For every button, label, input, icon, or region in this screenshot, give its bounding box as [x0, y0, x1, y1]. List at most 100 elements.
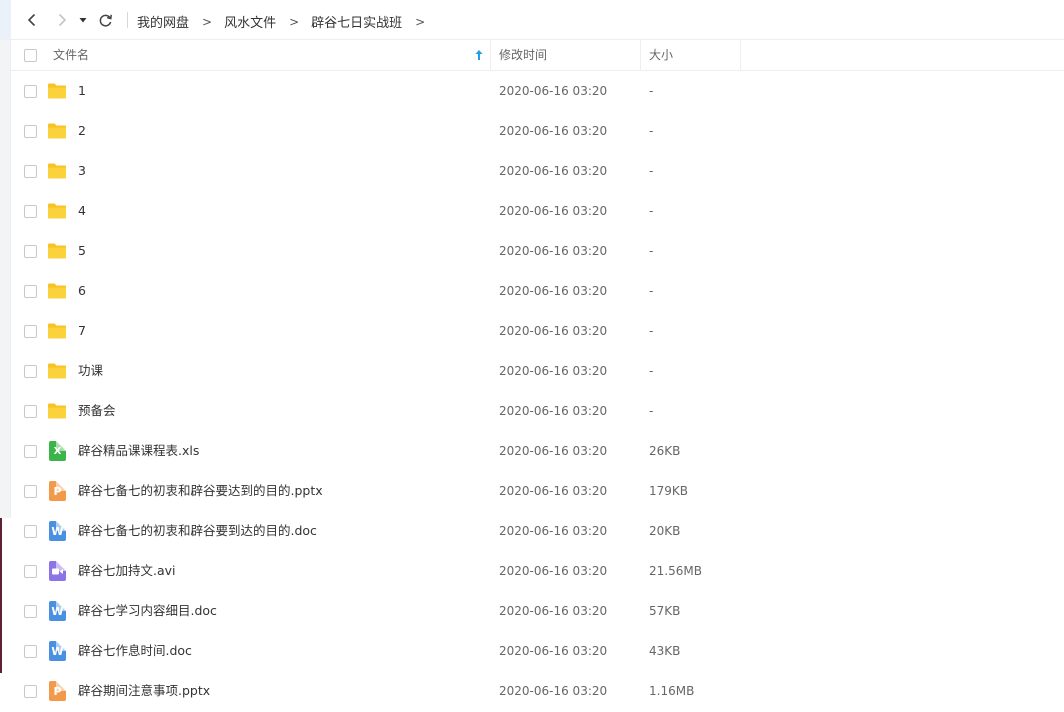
file-name[interactable]: 辟谷七备七的初衷和辟谷要到达的目的.doc	[78, 511, 317, 551]
breadcrumb-separator: >	[415, 14, 426, 29]
file-row[interactable]: W 辟谷七备七的初衷和辟谷要到达的目的.doc 2020-06-16 03:20 20…	[11, 511, 1064, 551]
file-row[interactable]: 3 2020-06-16 03:20 -	[11, 151, 1064, 191]
file-row[interactable]: 2 2020-06-16 03:20 -	[11, 111, 1064, 151]
file-size: 43KB	[649, 644, 681, 658]
word-file-icon: W	[47, 601, 67, 621]
column-divider[interactable]	[640, 40, 641, 70]
row-checkbox[interactable]	[24, 285, 37, 298]
row-checkbox[interactable]	[24, 205, 37, 218]
file-size: -	[649, 204, 654, 218]
refresh-button[interactable]	[95, 10, 115, 30]
file-size: -	[649, 324, 654, 338]
file-row[interactable]: P 辟谷期间注意事项.pptx 2020-06-16 03:20 1.16MB	[11, 671, 1064, 711]
column-divider[interactable]	[490, 40, 491, 70]
folder-icon	[47, 321, 67, 341]
row-checkbox[interactable]	[24, 325, 37, 338]
row-checkbox[interactable]	[24, 365, 37, 378]
file-modified-time: 2020-06-16 03:20	[499, 444, 608, 458]
row-checkbox[interactable]	[24, 245, 37, 258]
column-header-time[interactable]: 修改时间	[499, 40, 547, 70]
file-row[interactable]: 功课 2020-06-16 03:20 -	[11, 351, 1064, 391]
row-checkbox[interactable]	[24, 445, 37, 458]
history-dropdown-button[interactable]	[77, 10, 89, 30]
breadcrumb-separator: >	[289, 14, 300, 29]
file-row[interactable]: 7 2020-06-16 03:20 -	[11, 311, 1064, 351]
file-row[interactable]: W 辟谷七学习内容细目.doc 2020-06-16 03:20 57KB	[11, 591, 1064, 631]
file-name[interactable]: 5	[78, 231, 86, 271]
row-checkbox[interactable]	[24, 605, 37, 618]
file-size: -	[649, 364, 654, 378]
breadcrumb-item-current[interactable]: 辟谷七日实战班	[311, 12, 402, 31]
sort-up-arrow-icon[interactable]	[473, 49, 485, 61]
file-name[interactable]: 6	[78, 271, 86, 311]
breadcrumb-item[interactable]: 风水文件	[224, 12, 276, 31]
left-strip-accent	[0, 518, 2, 673]
column-header-name[interactable]: 文件名	[53, 40, 491, 70]
file-name[interactable]: 3	[78, 151, 86, 191]
file-name[interactable]: 辟谷精品课课程表.xls	[78, 431, 199, 471]
chevron-right-icon	[58, 13, 67, 27]
left-strip-top	[0, 0, 11, 40]
file-row[interactable]: X 辟谷精品课课程表.xls 2020-06-16 03:20 26KB	[11, 431, 1064, 471]
file-name[interactable]: 辟谷七学习内容细目.doc	[78, 591, 217, 631]
row-checkbox[interactable]	[24, 565, 37, 578]
row-checkbox[interactable]	[24, 405, 37, 418]
file-modified-time: 2020-06-16 03:20	[499, 164, 608, 178]
file-row[interactable]: W 辟谷七作息时间.doc 2020-06-16 03:20 43KB	[11, 631, 1064, 671]
row-checkbox[interactable]	[24, 485, 37, 498]
file-name[interactable]: 2	[78, 111, 86, 151]
file-name[interactable]: 7	[78, 311, 86, 351]
row-checkbox[interactable]	[24, 125, 37, 138]
file-modified-time: 2020-06-16 03:20	[499, 524, 608, 538]
row-checkbox[interactable]	[24, 645, 37, 658]
file-list: 1 2020-06-16 03:20 - 2 2020-06-16 03:20 - 3 202…	[11, 71, 1064, 711]
file-modified-time: 2020-06-16 03:20	[499, 564, 608, 578]
select-all-checkbox[interactable]	[24, 49, 37, 62]
folder-icon	[47, 241, 67, 261]
file-name[interactable]: 4	[78, 191, 86, 231]
forward-button[interactable]	[52, 10, 72, 30]
folder-icon	[47, 201, 67, 221]
file-name[interactable]: 辟谷七加持文.avi	[78, 551, 176, 591]
file-modified-time: 2020-06-16 03:20	[499, 124, 608, 138]
file-modified-time: 2020-06-16 03:20	[499, 244, 608, 258]
back-button[interactable]	[22, 10, 42, 30]
file-row[interactable]: 6 2020-06-16 03:20 -	[11, 271, 1064, 311]
file-name[interactable]: 功课	[78, 351, 103, 391]
folder-icon	[47, 121, 67, 141]
file-row[interactable]: 预备会 2020-06-16 03:20 -	[11, 391, 1064, 431]
file-row[interactable]: P 辟谷七备七的初衷和辟谷要达到的目的.pptx 2020-06-16 03:20 1…	[11, 471, 1064, 511]
file-name[interactable]: 辟谷期间注意事项.pptx	[78, 671, 210, 711]
file-row[interactable]: 辟谷七加持文.avi 2020-06-16 03:20 21.56MB	[11, 551, 1064, 591]
file-row[interactable]: 4 2020-06-16 03:20 -	[11, 191, 1064, 231]
row-checkbox[interactable]	[24, 165, 37, 178]
excel-file-icon: X	[47, 441, 67, 461]
file-list-header: 文件名 修改时间 大小	[11, 40, 1064, 71]
row-checkbox[interactable]	[24, 525, 37, 538]
folder-icon	[47, 401, 67, 421]
file-size: -	[649, 84, 654, 98]
file-size: -	[649, 124, 654, 138]
nav-separator	[127, 12, 128, 28]
folder-icon	[47, 281, 67, 301]
breadcrumb-item[interactable]: 我的网盘	[137, 12, 189, 31]
caret-down-icon	[79, 18, 87, 23]
file-row[interactable]: 1 2020-06-16 03:20 -	[11, 71, 1064, 111]
file-size: 1.16MB	[649, 684, 695, 698]
file-name[interactable]: 辟谷七备七的初衷和辟谷要达到的目的.pptx	[78, 471, 323, 511]
file-name[interactable]: 辟谷七作息时间.doc	[78, 631, 192, 671]
file-row[interactable]: 5 2020-06-16 03:20 -	[11, 231, 1064, 271]
column-divider[interactable]	[740, 40, 741, 70]
file-name[interactable]: 预备会	[78, 391, 116, 431]
row-checkbox[interactable]	[24, 685, 37, 698]
file-modified-time: 2020-06-16 03:20	[499, 644, 608, 658]
row-checkbox[interactable]	[24, 85, 37, 98]
folder-icon	[47, 361, 67, 381]
file-modified-time: 2020-06-16 03:20	[499, 684, 608, 698]
column-header-size[interactable]: 大小	[649, 40, 673, 70]
file-modified-time: 2020-06-16 03:20	[499, 404, 608, 418]
file-name[interactable]: 1	[78, 71, 86, 111]
file-size: -	[649, 284, 654, 298]
word-file-icon: W	[47, 641, 67, 661]
left-strip	[0, 0, 11, 712]
